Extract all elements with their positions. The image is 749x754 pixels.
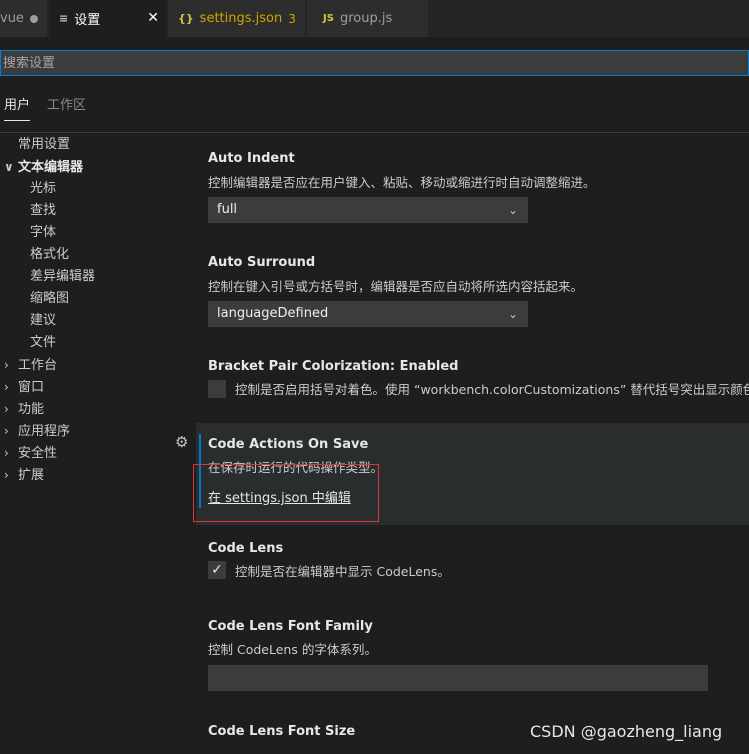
toc-item-minimap[interactable]: 缩略图 [12,288,69,310]
auto-indent-select[interactable]: full ⌄ [208,197,528,223]
setting-desc-bracket-pair: 控制是否启用括号对着色。使用 “workbench.colorCustomiza… [235,382,749,397]
chevron-right-icon: › [4,402,9,416]
code-lens-font-family-input[interactable] [208,665,708,691]
toc-label: 安全性 [18,446,58,461]
setting-title-text: Bracket Pair Colorization: [208,359,400,374]
chevron-down-icon: ⌄ [507,307,518,321]
chevron-right-icon: › [4,424,9,438]
toc-item-extensions[interactable]: › 扩展 [0,464,44,486]
chevron-right-icon: › [4,380,9,394]
toc-label: 应用程序 [18,424,71,439]
close-icon[interactable]: ✕ [147,10,159,26]
editor-tab-bar: vue ≡ 设置 ✕ {} settings.json 3 JS group.j… [0,0,749,37]
toc-label: 查找 [30,203,57,218]
select-value: full [217,202,238,217]
tab-label: 设置 [74,13,101,28]
tab-group-js[interactable]: JS group.js [307,0,429,37]
setting-title-auto-indent: Auto Indent [208,151,295,166]
toc-item-formatting[interactable]: 格式化 [12,244,69,266]
toc-label: 窗口 [18,380,45,395]
setting-desc-code-lens-font-family: 控制 CodeLens 的字体系列。 [208,642,377,657]
toc-label: 差异编辑器 [30,269,96,284]
toc-item-suggestions[interactable]: 建议 [12,310,56,332]
toc-item-find[interactable]: 查找 [12,200,56,222]
toc-label: 字体 [30,225,57,240]
code-lens-checkbox[interactable]: ✓ [208,561,226,579]
toc-item-window[interactable]: › 窗口 [0,376,44,398]
tab-label: settings.json [199,11,283,26]
toc-item-files[interactable]: 文件 [12,332,56,354]
toc-item-font[interactable]: 字体 [12,222,56,244]
toc-item-common[interactable]: 常用设置 [0,134,70,156]
annotation-highlight-box [193,464,379,522]
problem-count-badge: 3 [288,11,296,26]
setting-desc-auto-surround: 控制在键入引号或方括号时，编辑器是否应自动将所选内容括起来。 [208,279,584,294]
setting-title-code-lens-font-family: Code Lens Font Family [208,619,373,634]
csdn-watermark: CSDN @gaozheng_liang [530,722,723,741]
toc-label: 常用设置 [18,137,71,152]
toc-label: 光标 [30,181,57,196]
toc-item-application[interactable]: › 应用程序 [0,420,70,442]
chevron-right-icon: › [4,446,9,460]
toc-item-cursor[interactable]: 光标 [12,178,56,200]
setting-desc-code-lens: 控制是否在编辑器中显示 CodeLens。 [235,564,450,579]
toc-label: 文件 [30,335,57,350]
toc-item-security[interactable]: › 安全性 [0,442,57,464]
tab-vue[interactable]: vue [0,0,48,37]
tab-workspace[interactable]: 工作区 [47,90,86,122]
chevron-down-icon: ∨ [4,160,14,174]
toc-label: 工作台 [18,358,58,373]
auto-surround-select[interactable]: languageDefined ⌄ [208,301,528,327]
toc-label: 缩略图 [30,291,70,306]
bracket-pair-checkbox[interactable] [208,380,226,398]
toc-label: 文本编辑器 [18,160,84,175]
tab-settings[interactable]: ≡ 设置 ✕ [49,0,167,37]
chevron-right-icon: › [4,468,9,482]
javascript-file-icon: JS [323,13,334,24]
divider [0,132,749,133]
chevron-right-icon: › [4,358,9,372]
toc-item-workbench[interactable]: › 工作台 [0,354,57,376]
setting-desc-auto-indent: 控制编辑器是否应在用户键入、粘贴、移动或缩进行时自动调整缩进。 [208,175,596,190]
select-value: languageDefined [217,306,329,321]
json-file-icon: {} [178,12,194,25]
settings-search [0,50,749,76]
setting-title-bracket-pair: Bracket Pair Colorization: Enabled [208,359,458,374]
chevron-down-icon: ⌄ [507,203,518,217]
tab-settings-json[interactable]: {} settings.json 3 [168,0,306,37]
tab-user[interactable]: 用户 [4,90,31,121]
toc-label: 扩展 [18,468,45,483]
toc-item-text-editor[interactable]: ∨ 文本编辑器 [0,156,83,178]
toc-item-features[interactable]: › 功能 [0,398,44,420]
search-input[interactable] [1,51,749,75]
setting-title-value: Enabled [399,359,459,374]
toc-label: 格式化 [30,247,70,262]
settings-editor-icon: ≡ [59,12,69,25]
setting-title-code-actions: Code Actions On Save [208,437,369,452]
toc-label: 功能 [18,402,45,417]
unsaved-dot-icon[interactable] [30,15,38,23]
setting-title-auto-surround: Auto Surround [208,255,316,270]
check-icon: ✓ [211,562,223,578]
toc-item-diff-editor[interactable]: 差异编辑器 [12,266,95,288]
setting-title-code-lens-font-size: Code Lens Font Size [208,724,356,739]
tab-label: vue [0,11,24,26]
toc-label: 建议 [30,313,57,328]
gear-icon[interactable]: ⚙ [175,433,188,451]
setting-title-code-lens: Code Lens [208,541,284,556]
tab-label: group.js [339,11,393,26]
